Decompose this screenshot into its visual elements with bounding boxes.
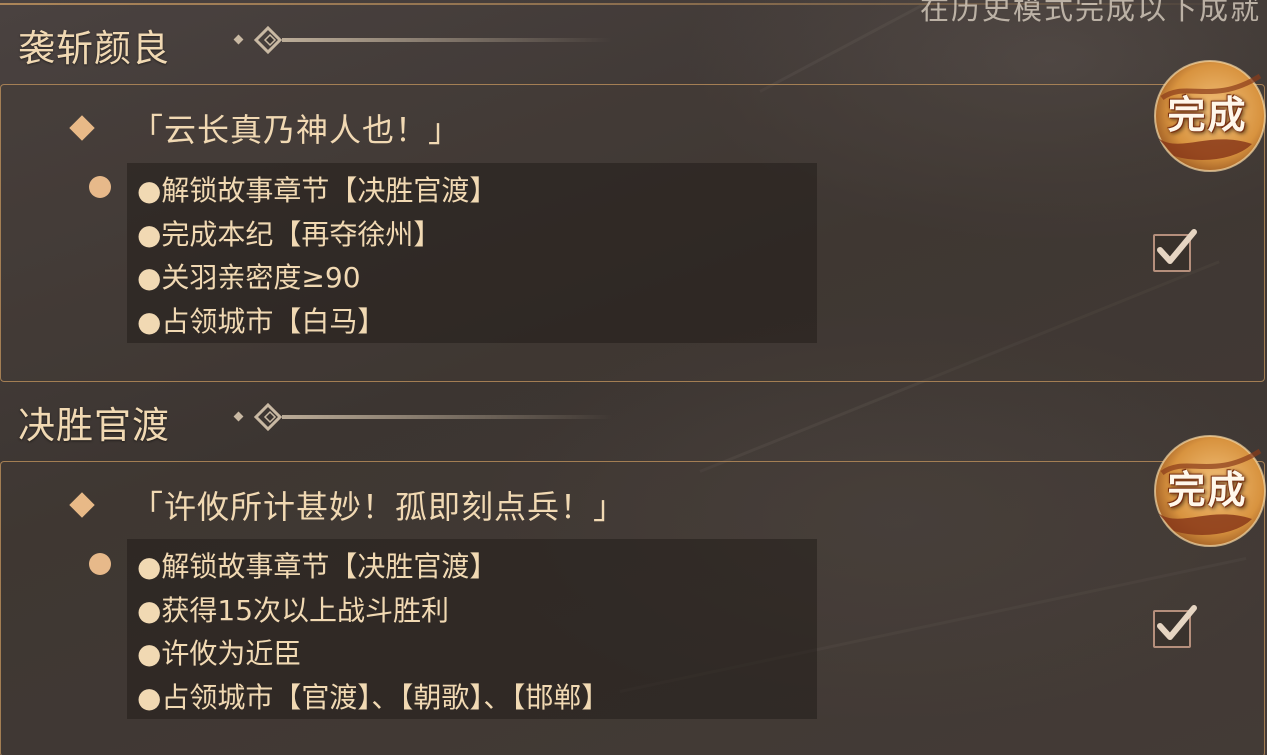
condition-item: ●完成本纪【再夺徐州】	[137, 217, 442, 251]
achievement-quote: 「云长真乃神人也！」	[131, 111, 462, 149]
condition-item: ●占领城市【白马】	[137, 304, 386, 338]
quote-diamond-icon	[69, 492, 95, 518]
condition-item: ●获得15次以上战斗胜利	[137, 593, 450, 627]
completed-checkbox	[1153, 229, 1197, 272]
condition-item: ●占领城市【官渡】、【朝歌】、【邯郸】	[137, 680, 610, 714]
condition-item: ●解锁故事章节【决胜官渡】	[137, 550, 498, 583]
condition-list: ●解锁故事章节【决胜官渡】 ●获得15次以上战斗胜利 ●许攸为近臣 ●占领城市【…	[127, 539, 817, 719]
achievement-card: 「云长真乃神人也！」 ●解锁故事章节【决胜官渡】 ●完成本纪【再夺徐州】 ●关羽…	[0, 84, 1265, 382]
completed-label: 完成	[1167, 467, 1248, 512]
completed-checkbox	[1153, 605, 1197, 648]
checkmark-icon	[1157, 605, 1197, 640]
completed-badge: 完成	[1140, 433, 1267, 553]
condition-item: ●关羽亲密度≥90	[137, 261, 361, 294]
quote-diamond-icon	[69, 115, 95, 141]
section-title: 决胜官渡	[18, 404, 170, 447]
condition-item: ●解锁故事章节【决胜官渡】	[137, 174, 498, 207]
section-title: 袭斩颜良	[18, 27, 170, 70]
condition-bullet-icon	[89, 553, 111, 575]
achievement-quote: 「许攸所计甚妙！孤即刻点兵！」	[131, 488, 627, 526]
title-ornament	[233, 402, 612, 432]
completed-label: 完成	[1167, 92, 1248, 137]
condition-bullet-icon	[89, 176, 111, 198]
checkmark-icon	[1157, 229, 1197, 264]
completed-badge: 完成	[1140, 58, 1267, 178]
achievement-card: 「许攸所计甚妙！孤即刻点兵！」 ●解锁故事章节【决胜官渡】 ●获得15次以上战斗…	[0, 461, 1265, 755]
header-note: 在历史模式完成以下成就	[919, 0, 1261, 26]
title-ornament	[233, 25, 612, 55]
condition-item: ●许攸为近臣	[137, 637, 302, 670]
condition-list: ●解锁故事章节【决胜官渡】 ●完成本纪【再夺徐州】 ●关羽亲密度≥90 ●占领城…	[127, 163, 817, 343]
achievement-panel: 在历史模式完成以下成就 袭斩颜良 「云长真乃神人也！」 ●解锁故事章节【决胜官渡…	[0, 0, 1267, 755]
